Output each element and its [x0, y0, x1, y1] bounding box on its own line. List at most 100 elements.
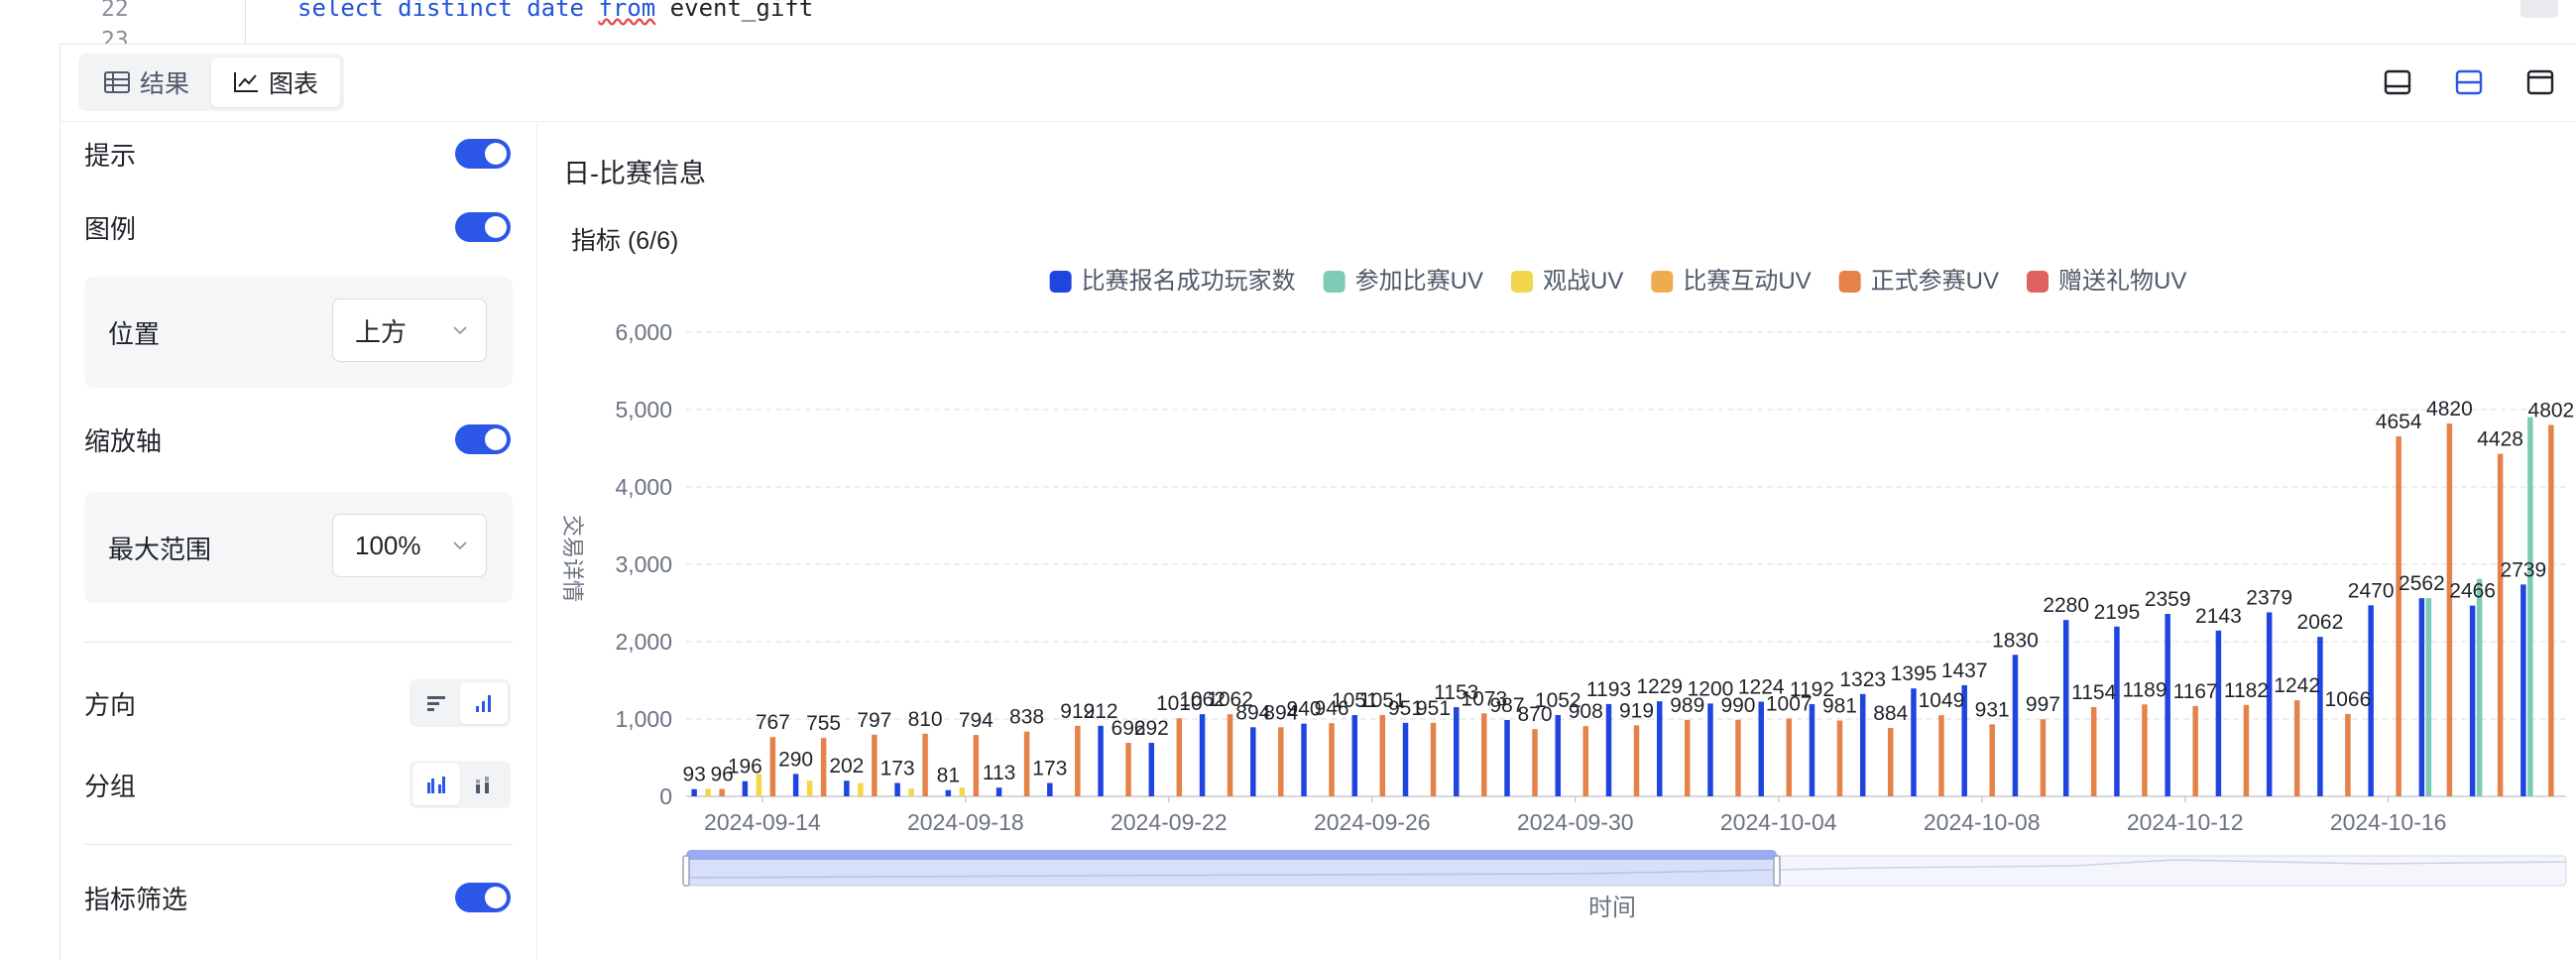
tab-chart[interactable]: 图表: [211, 58, 341, 107]
bar[interactable]: [742, 780, 749, 796]
bar[interactable]: [1555, 714, 1562, 796]
bar[interactable]: [2114, 626, 2120, 796]
legend-item[interactable]: 正式参赛UV: [1838, 268, 1999, 295]
bar[interactable]: [1938, 715, 1944, 796]
zoom-handle-right[interactable]: [1773, 855, 1781, 887]
bar[interactable]: [973, 735, 980, 796]
zoom-axis-toggle[interactable]: [455, 424, 511, 454]
group-stacked-button[interactable]: [460, 764, 508, 805]
bar[interactable]: [1125, 743, 1131, 796]
bar[interactable]: [1786, 718, 1792, 796]
bar[interactable]: [1605, 703, 1612, 796]
bar[interactable]: [945, 789, 952, 796]
bar[interactable]: [2520, 584, 2526, 796]
layout-bottom-button[interactable]: [2362, 44, 2433, 121]
bar[interactable]: [1836, 720, 1843, 796]
bar[interactable]: [2548, 424, 2554, 796]
layout-full-button[interactable]: [2505, 44, 2576, 121]
bar[interactable]: [1758, 701, 1764, 796]
bar[interactable]: [1809, 704, 1815, 796]
bar[interactable]: [1859, 693, 1866, 796]
collapse-editor-button[interactable]: [2520, 0, 2558, 18]
zoom-handle-left[interactable]: [682, 855, 690, 887]
bar[interactable]: [2469, 605, 2476, 796]
bar[interactable]: [2317, 637, 2323, 796]
bar[interactable]: [1227, 714, 1233, 796]
bar[interactable]: [858, 782, 864, 796]
position-select[interactable]: 上方: [332, 299, 487, 362]
bar[interactable]: [1481, 713, 1487, 796]
bar[interactable]: [769, 737, 776, 796]
zoom-slider[interactable]: [682, 850, 2567, 887]
bar[interactable]: [1989, 724, 1995, 796]
legend-item[interactable]: 赠送礼物UV: [2027, 268, 2186, 295]
bar[interactable]: [1301, 723, 1307, 796]
bar[interactable]: [1075, 725, 1081, 796]
legend-item[interactable]: 比赛报名成功玩家数: [1049, 268, 1296, 295]
sql-code-line[interactable]: select distinct date from event_gift: [297, 0, 813, 22]
bar[interactable]: [691, 788, 697, 796]
bar[interactable]: [1148, 743, 1155, 796]
legend-item[interactable]: 比赛互动UV: [1651, 268, 1812, 295]
bar[interactable]: [1454, 707, 1460, 796]
direction-horizontal-button[interactable]: [412, 682, 460, 724]
bar[interactable]: [2425, 598, 2432, 796]
bar[interactable]: [2243, 704, 2250, 796]
bar[interactable]: [1911, 688, 1917, 796]
bar[interactable]: [1430, 722, 1437, 796]
bar[interactable]: [1351, 715, 1358, 796]
bar[interactable]: [820, 738, 827, 796]
zoom-bar[interactable]: [686, 850, 1777, 860]
bar[interactable]: [2142, 704, 2148, 796]
bar[interactable]: [2396, 435, 2401, 796]
bar[interactable]: [1402, 722, 1409, 796]
bar[interactable]: [705, 788, 711, 796]
legend-item[interactable]: 参加比赛UV: [1323, 268, 1483, 295]
bar[interactable]: [872, 734, 878, 796]
bar[interactable]: [2062, 620, 2069, 796]
bar[interactable]: [2192, 705, 2198, 796]
bar[interactable]: [2165, 613, 2170, 796]
bar[interactable]: [2266, 612, 2273, 796]
bar[interactable]: [2446, 423, 2453, 796]
bar[interactable]: [2527, 417, 2533, 796]
bar[interactable]: [1098, 725, 1104, 796]
bar[interactable]: [2418, 598, 2425, 796]
bar[interactable]: [1633, 725, 1640, 796]
bar[interactable]: [2215, 630, 2222, 796]
sql-editor[interactable]: 22 23 select distinct date from event_gi…: [59, 0, 2576, 45]
bar[interactable]: [844, 780, 850, 796]
bar[interactable]: [1656, 701, 1663, 796]
bar[interactable]: [2040, 719, 2047, 796]
bar[interactable]: [1329, 723, 1335, 796]
bar[interactable]: [959, 787, 966, 796]
bar[interactable]: [2012, 655, 2019, 796]
legend-item[interactable]: 观战UV: [1510, 268, 1623, 295]
bar[interactable]: [1023, 731, 1030, 796]
bar[interactable]: [2293, 700, 2300, 796]
bar[interactable]: [1199, 714, 1206, 796]
bar[interactable]: [1278, 727, 1284, 796]
bar[interactable]: [1582, 726, 1589, 796]
legend-toggle[interactable]: [455, 212, 511, 242]
group-grouped-button[interactable]: [412, 764, 460, 805]
bar[interactable]: [1684, 719, 1691, 796]
bar[interactable]: [1379, 715, 1386, 796]
bar[interactable]: [1707, 703, 1713, 796]
tab-results[interactable]: 结果: [82, 58, 211, 107]
layout-split-button[interactable]: [2433, 44, 2505, 121]
bar[interactable]: [1735, 719, 1741, 796]
zoom-window[interactable]: [686, 856, 1777, 886]
bar[interactable]: [2345, 713, 2351, 796]
max-range-select[interactable]: 100%: [332, 514, 487, 577]
bar[interactable]: [1504, 720, 1510, 796]
tooltip-toggle[interactable]: [455, 139, 511, 169]
metric-filter-toggle[interactable]: [455, 883, 511, 912]
bar[interactable]: [894, 782, 900, 796]
bar[interactable]: [1250, 727, 1256, 796]
bar[interactable]: [792, 774, 799, 796]
bar[interactable]: [1176, 718, 1183, 796]
bar[interactable]: [2476, 578, 2483, 796]
bar[interactable]: [922, 733, 928, 796]
bar[interactable]: [1047, 782, 1053, 796]
